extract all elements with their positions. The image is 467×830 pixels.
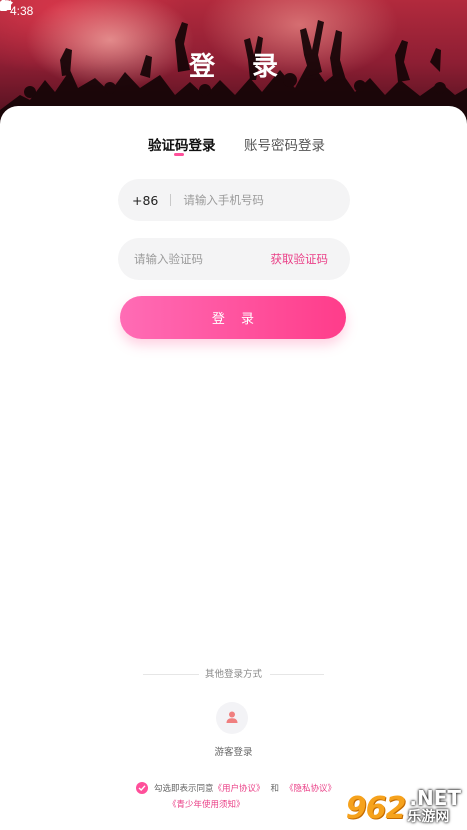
divider-line-right — [270, 674, 324, 675]
privacy-policy-link[interactable]: 《隐私协议》 — [285, 782, 336, 794]
tab-sms-login[interactable]: 验证码登录 — [148, 134, 216, 154]
guest-login-button[interactable] — [216, 702, 248, 734]
other-login-divider: 其他登录方式 — [0, 666, 467, 682]
tab-password-login[interactable]: 账号密码登录 — [244, 134, 325, 154]
other-login-label: 其他登录方式 — [204, 669, 262, 680]
page-title: 登 录 — [188, 52, 293, 82]
youth-notice-link[interactable]: 《青少年使用须知》 — [168, 800, 245, 810]
agreement-and: 和 — [270, 784, 280, 794]
watermark-number: 962 — [345, 791, 407, 826]
check-icon — [138, 785, 146, 791]
guest-login-label: 游客登录 — [214, 747, 253, 758]
phone-input[interactable] — [183, 193, 304, 207]
active-tab-indicator — [174, 153, 184, 156]
code-field: 获取验证码 — [118, 238, 350, 280]
phone-field: +86 — [118, 179, 350, 221]
status-time: 4:38 — [10, 4, 34, 18]
login-screen: 4:38 登 录 验证码登录 账号密码登录 +86 请输入手机号码 请输入验证码… — [0, 0, 467, 830]
status-bar: 4:38 — [0, 0, 467, 22]
country-code[interactable]: +86 — [132, 193, 158, 208]
field-divider — [170, 194, 172, 206]
user-icon — [225, 709, 239, 728]
agreement-prefix: 勾选即表示同意 — [154, 784, 214, 794]
watermark-site: 乐游网 — [407, 809, 450, 825]
verification-code-input[interactable] — [134, 252, 264, 266]
user-agreement-link[interactable]: 《用户协议》 — [214, 782, 265, 794]
login-card: 验证码登录 账号密码登录 +86 获取验证码 登 录 其他登录方式 — [0, 106, 467, 830]
agreement-checkbox[interactable] — [136, 782, 148, 794]
login-tabs: 验证码登录 账号密码登录 — [0, 134, 467, 164]
site-watermark: 962 .NET 乐游网 — [346, 786, 461, 826]
login-button[interactable]: 登 录 — [120, 296, 346, 339]
get-code-button[interactable]: 获取验证码 — [271, 251, 329, 267]
